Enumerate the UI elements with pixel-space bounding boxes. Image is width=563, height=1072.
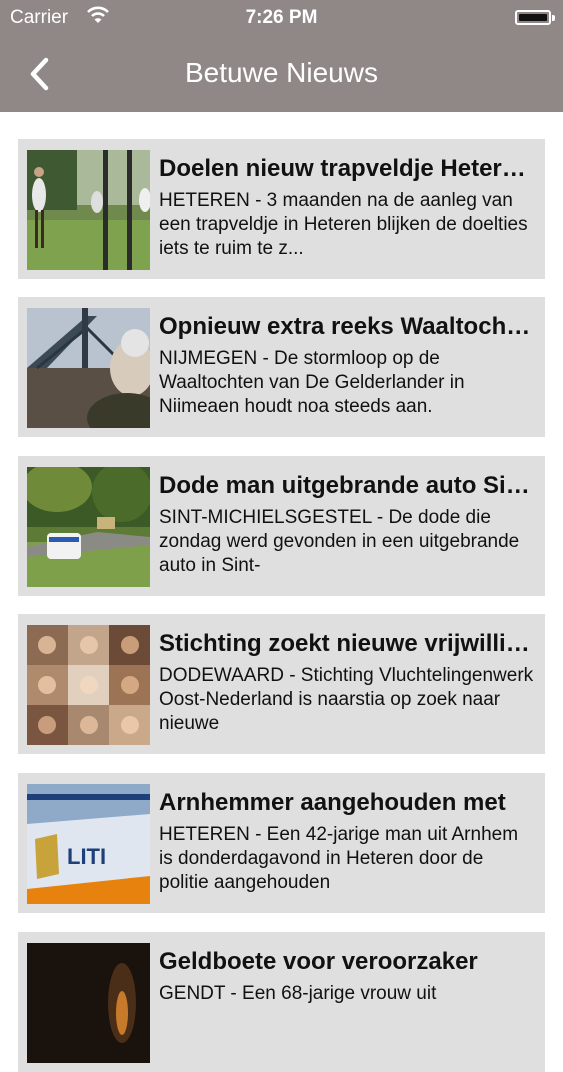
navigation-header: Carrier 7:26 PM Betuwe Nieuws [0,0,563,112]
article-card[interactable]: Stichting zoekt nieuwe vrijwilligers DOD… [18,614,545,754]
article-card[interactable]: LITI Arnhemmer aangehouden met HETEREN -… [18,773,545,913]
article-title: Stichting zoekt nieuwe vrijwilligers [159,630,537,657]
status-bar: Carrier 7:26 PM [0,0,563,36]
article-title: Opnieuw extra reeks Waaltochten [159,313,537,340]
article-card[interactable]: Doelen nieuw trapveldje Heteren te ruim … [18,139,545,279]
article-thumbnail [27,625,150,745]
article-summary: SINT-MICHIELSGESTEL - De dode die zondag… [159,507,520,576]
article-card[interactable]: Opnieuw extra reeks Waaltochten NIJMEGEN… [18,297,545,437]
article-card[interactable]: Dode man uitgebrande auto Sint-Michielsg… [18,456,545,596]
article-thumbnail [27,150,150,270]
status-time: 7:26 PM [245,7,318,28]
svg-text:LITI: LITI [67,844,106,869]
article-title: Arnhemmer aangehouden met [159,789,506,816]
article-thumbnail [27,467,150,587]
article-title: Geldboete voor veroorzaker [159,948,478,975]
page-title: Betuwe Nieuws [185,57,378,88]
article-thumbnail: LITI [27,784,150,904]
article-summary: DODEWAARD - Stichting Vluchtelingenwerk … [159,665,534,734]
article-summary: GENDT - Een 68-jarige vrouw uit [159,983,437,1004]
article-title: Doelen nieuw trapveldje Heteren te ruim [159,155,537,182]
article-thumbnail [27,943,150,1063]
article-title: Dode man uitgebrande auto Sint-Michielsg… [159,472,537,499]
battery-icon [515,10,555,25]
article-thumbnail [27,308,150,428]
article-summary: HETEREN - Een 42-jarige man uit Arnhem i… [159,824,519,893]
article-summary: HETEREN - 3 maanden na de aanleg van een… [159,190,528,259]
article-card[interactable]: Geldboete voor veroorzaker GENDT - Een 6… [18,932,545,1072]
article-summary: NIJMEGEN - De stormloop op de Waaltochte… [159,348,465,417]
